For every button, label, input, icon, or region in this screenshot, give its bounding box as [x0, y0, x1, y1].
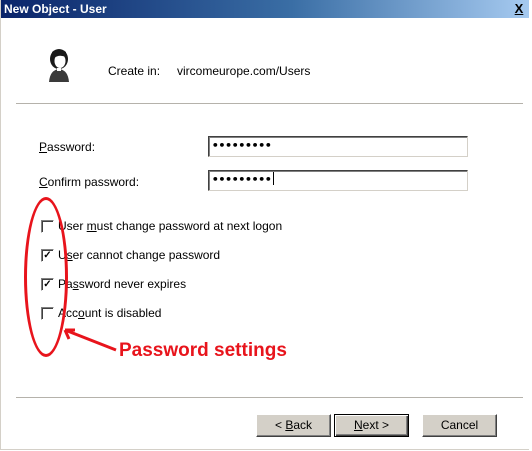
- annotation-label: Password settings: [119, 340, 287, 361]
- annotation-arrow: [63, 328, 117, 352]
- create-in-path: vircomeurope.com/Users: [177, 64, 311, 78]
- new-object-user-dialog: New Object - User X Create in: vircomeur…: [0, 0, 529, 450]
- password-field-value: •••••••••: [212, 139, 272, 152]
- dialog-header: [1, 18, 529, 103]
- checkbox-label: Password never expires: [58, 277, 187, 291]
- text-caret: [272, 172, 274, 185]
- confirm-password-field[interactable]: •••••••••: [208, 170, 468, 191]
- confirm-label-text: onfirm password:: [47, 175, 140, 189]
- confirm-password-label: Confirm password:: [39, 175, 139, 189]
- password-label-text: assword:: [47, 140, 96, 154]
- title-bar[interactable]: New Object - User X: [1, 0, 529, 18]
- user-icon: [49, 49, 69, 82]
- checkbox-label: User must change password at next logon: [58, 219, 283, 233]
- create-in-label: Create in:: [108, 64, 161, 78]
- cancel-button[interactable]: Cancel: [422, 414, 497, 437]
- close-icon[interactable]: X: [511, 0, 527, 18]
- checkbox-label: User cannot change password: [58, 248, 221, 262]
- header-divider: [16, 103, 523, 105]
- password-label-accesskey: P: [39, 140, 48, 154]
- back-button[interactable]: < Back: [256, 414, 331, 437]
- next-button[interactable]: Next >: [334, 414, 409, 437]
- window-title: New Object - User: [4, 2, 107, 16]
- footer-divider: [16, 397, 523, 399]
- confirm-label-accesskey: C: [39, 175, 48, 189]
- password-label: Password:: [39, 140, 95, 154]
- confirm-field-value: •••••••••: [212, 173, 272, 186]
- checkbox-label: Account is disabled: [58, 306, 162, 320]
- password-field[interactable]: •••••••••: [208, 136, 468, 157]
